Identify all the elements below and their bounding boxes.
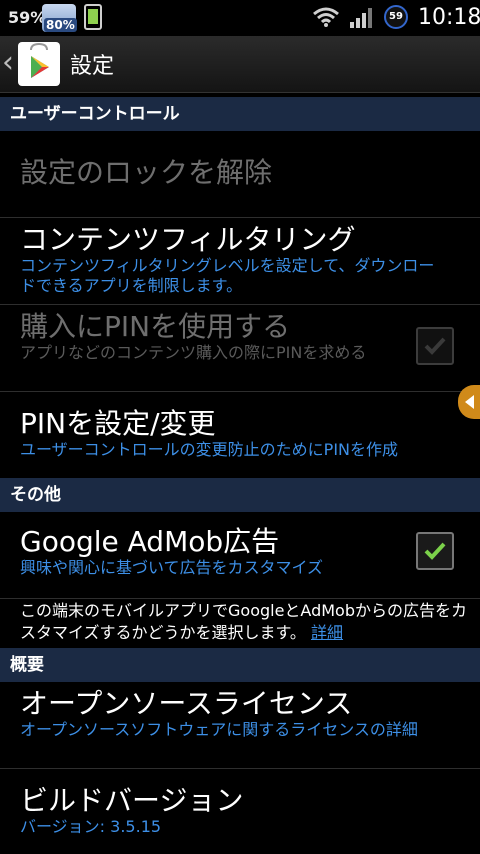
- check-icon: [424, 337, 446, 355]
- admob-checkbox[interactable]: [416, 532, 454, 570]
- content-filtering-row[interactable]: コンテンツフィルタリング コンテンツフィルタリングレベルを設定して、ダウンロード…: [0, 218, 480, 304]
- pin-purchase-summary: アプリなどのコンテンツ購入の際にPINを求める: [20, 343, 367, 362]
- admob-row[interactable]: Google AdMob広告 興味や関心に基づいて広告をカスタマイズ: [0, 512, 480, 598]
- wifi-icon: [313, 7, 339, 27]
- check-icon: [424, 542, 446, 560]
- content-filtering-summary: コンテンツフィルタリングレベルを設定して、ダウンロードできるアプリを制限します。: [20, 256, 435, 295]
- weather-percent: 80%: [44, 18, 77, 32]
- licenses-title: オープンソースライセンス: [20, 687, 353, 720]
- status-bar: 59% 80% 59 10:18: [0, 0, 480, 36]
- admob-title: Google AdMob広告: [20, 525, 280, 558]
- licenses-summary: オープンソースソフトウェアに関するライセンスの詳細: [20, 720, 418, 739]
- chevron-left-icon[interactable]: ‹: [2, 48, 14, 78]
- side-panel-handle[interactable]: [458, 385, 480, 419]
- set-pin-row[interactable]: PINを設定/変更 ユーザーコントロールの変更防止のためにPINを作成: [0, 392, 480, 478]
- battery-level-icon: 59: [384, 5, 408, 29]
- admob-summary: 興味や関心に基づいて広告をカスタマイズ: [20, 558, 324, 577]
- admob-note-text: この端末のモバイルアプリでGoogleとAdMobからの広告をカスタマイズするか…: [20, 601, 467, 642]
- unlock-settings-title: 設定のロックを解除: [20, 156, 273, 189]
- unlock-settings-row[interactable]: 設定のロックを解除: [0, 131, 480, 217]
- set-pin-summary: ユーザーコントロールの変更防止のためにPINを作成: [20, 440, 399, 459]
- details-link[interactable]: 詳細: [311, 623, 343, 642]
- content-filtering-title: コンテンツフィルタリング: [20, 223, 356, 256]
- play-store-icon[interactable]: [18, 42, 60, 86]
- divider: [0, 598, 480, 599]
- build-version-row[interactable]: ビルドバージョン バージョン: 3.5.15: [0, 769, 480, 854]
- pin-purchase-checkbox[interactable]: [416, 327, 454, 365]
- build-version-title: ビルドバージョン: [20, 784, 244, 817]
- section-header-user-controls: ユーザーコントロール: [0, 97, 480, 131]
- build-version-summary: バージョン: 3.5.15: [20, 817, 162, 836]
- page-title: 設定: [70, 54, 115, 79]
- open-source-licenses-row[interactable]: オープンソースライセンス オープンソースソフトウェアに関するライセンスの詳細: [0, 682, 480, 768]
- admob-note: この端末のモバイルアプリでGoogleとAdMobからの広告をカスタマイズするか…: [20, 600, 470, 644]
- clock: 10:18: [418, 5, 480, 30]
- battery-percent: 59%: [8, 8, 47, 27]
- set-pin-title: PINを設定/変更: [20, 407, 216, 440]
- section-header-overview: 概要: [0, 648, 480, 682]
- signal-icon: [350, 8, 372, 28]
- action-bar: ‹ 設定: [0, 36, 480, 93]
- weather-icon: 80%: [42, 4, 77, 32]
- phone-battery-icon: [84, 4, 102, 30]
- section-header-other: その他: [0, 478, 480, 512]
- pin-purchase-title: 購入にPINを使用する: [20, 310, 291, 343]
- pin-purchase-row[interactable]: 購入にPINを使用する アプリなどのコンテンツ購入の際にPINを求める: [0, 305, 480, 391]
